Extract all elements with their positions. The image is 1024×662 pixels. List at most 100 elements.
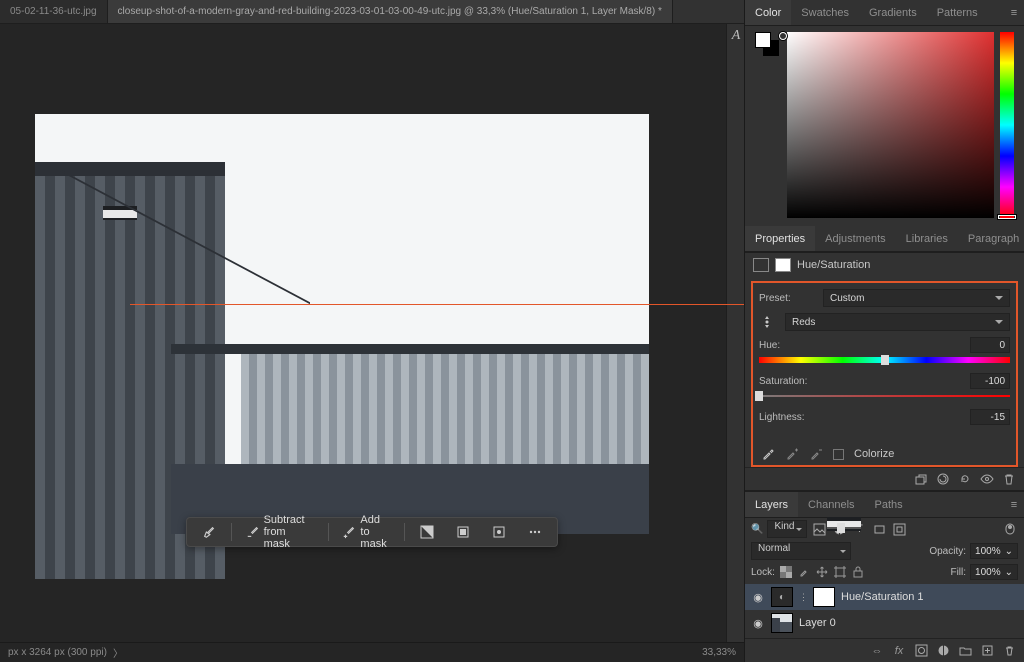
status-chevron-icon[interactable]: 〉: [113, 645, 123, 660]
mask-thumb-icon[interactable]: [775, 258, 791, 272]
typography-panel-icon[interactable]: A: [727, 24, 744, 48]
eye-icon[interactable]: ◉: [751, 617, 765, 630]
reset-icon[interactable]: [958, 472, 972, 486]
doc-tab-inactive[interactable]: 05-02-11-36-utc.jpg: [0, 0, 108, 23]
lock-label: Lock:: [751, 567, 775, 578]
opacity-value[interactable]: 100%⌄: [970, 543, 1018, 559]
foreground-swatch[interactable]: [755, 32, 771, 48]
filter-smart-icon[interactable]: [891, 522, 907, 536]
hue-slider[interactable]: [759, 353, 1010, 367]
layer-filter-kind[interactable]: Kind: [767, 520, 807, 538]
layer-mask-icon[interactable]: [914, 644, 928, 658]
right-dock: Color Swatches Gradients Patterns ≡ Prop…: [744, 0, 1024, 662]
lock-move-icon[interactable]: [815, 565, 829, 579]
invert-icon: [419, 524, 435, 540]
canvas-area[interactable]: Subtract from mask Add to mask A: [0, 24, 744, 642]
tab-channels[interactable]: Channels: [798, 492, 864, 517]
lock-artboard-icon[interactable]: [833, 565, 847, 579]
minus-brush-icon: [246, 524, 260, 540]
view-previous-icon[interactable]: [936, 472, 950, 486]
preset-combo[interactable]: Custom: [823, 289, 1010, 307]
tab-adjustments[interactable]: Adjustments: [815, 226, 896, 251]
new-adjustment-icon[interactable]: [936, 644, 950, 658]
eyedropper-add-icon[interactable]: [785, 447, 799, 461]
doc-dimensions: px x 3264 px (300 ppi): [8, 647, 107, 658]
colorize-checkbox[interactable]: [833, 449, 844, 460]
document-canvas[interactable]: [35, 114, 649, 534]
layer-row-image[interactable]: ◉ Layer 0: [745, 610, 1024, 636]
targeted-adjust-icon[interactable]: [759, 315, 775, 329]
mask-option-b[interactable]: [447, 521, 479, 543]
color-field[interactable]: [787, 32, 994, 218]
layers-panel-tabs: Layers Channels Paths ≡: [745, 492, 1024, 518]
mask-context-bar: Subtract from mask Add to mask: [186, 517, 558, 547]
lightness-value[interactable]: -15: [970, 409, 1010, 425]
tab-libraries[interactable]: Libraries: [896, 226, 958, 251]
filter-shape-icon[interactable]: [871, 522, 887, 536]
subtract-from-mask-button[interactable]: Subtract from mask: [238, 521, 322, 543]
collapsed-toolbar: A: [726, 24, 744, 642]
saturation-slider-thumb[interactable]: [755, 391, 763, 401]
saturation-slider[interactable]: [759, 389, 1010, 403]
filter-search-icon[interactable]: 🔍: [751, 524, 763, 535]
lock-paint-icon[interactable]: [797, 565, 811, 579]
layer-row-adjustment[interactable]: ◉ ◐ ⋮ Hue/Saturation 1: [745, 584, 1024, 610]
hue-strip[interactable]: [1000, 32, 1014, 218]
doc-tab-active[interactable]: closeup-shot-of-a-modern-gray-and-red-bu…: [108, 0, 673, 23]
color-panel-tabs: Color Swatches Gradients Patterns ≡: [745, 0, 1024, 26]
lightness-label: Lightness:: [759, 412, 964, 423]
new-layer-icon[interactable]: [980, 644, 994, 658]
layer-name[interactable]: Layer 0: [799, 617, 836, 629]
hue-value[interactable]: 0: [970, 337, 1010, 353]
tab-color[interactable]: Color: [745, 0, 791, 25]
annotation-line: [130, 304, 744, 305]
fill-value[interactable]: 100%⌄: [970, 564, 1018, 580]
layers-menu-icon[interactable]: ≡: [1004, 492, 1024, 517]
lightness-slider[interactable]: [827, 517, 861, 531]
layer-thumb[interactable]: [771, 613, 793, 633]
more-options-button[interactable]: [519, 521, 551, 543]
saturation-label: Saturation:: [759, 376, 964, 387]
add-to-mask-button[interactable]: Add to mask: [334, 521, 398, 543]
eye-icon[interactable]: ◉: [751, 591, 765, 604]
fill-label: Fill:: [950, 567, 966, 578]
zoom-level[interactable]: 33,33%: [702, 647, 736, 658]
invert-mask-button[interactable]: [411, 521, 443, 543]
tab-swatches[interactable]: Swatches: [791, 0, 859, 25]
delete-layer-icon[interactable]: [1002, 644, 1016, 658]
lock-transparent-icon[interactable]: [779, 565, 793, 579]
saturation-value[interactable]: -100: [970, 373, 1010, 389]
layer-mask-thumb[interactable]: [813, 587, 835, 607]
layer-style-icon[interactable]: fx: [892, 644, 906, 658]
hue-strip-thumb[interactable]: [998, 215, 1016, 219]
trash-icon[interactable]: [1002, 472, 1016, 486]
fg-bg-swatch[interactable]: [755, 32, 781, 218]
hue-slider-thumb[interactable]: [881, 355, 889, 365]
link-icon[interactable]: ⋮: [799, 592, 807, 603]
tab-paragraph[interactable]: Paragraph: [958, 226, 1024, 251]
link-layers-icon[interactable]: ⇔: [870, 644, 884, 658]
new-group-icon[interactable]: [958, 644, 972, 658]
eyedropper-icon[interactable]: [761, 447, 775, 461]
layer-list: ◉ ◐ ⋮ Hue/Saturation 1 ◉ Layer 0: [745, 582, 1024, 638]
tab-patterns[interactable]: Patterns: [927, 0, 988, 25]
layer-name[interactable]: Hue/Saturation 1: [841, 591, 924, 603]
panel-menu-icon[interactable]: ≡: [1004, 0, 1024, 25]
clip-to-layer-icon[interactable]: [914, 472, 928, 486]
blend-mode-combo[interactable]: Normal: [751, 542, 851, 560]
mask-option-c[interactable]: [483, 521, 515, 543]
filter-pixel-icon[interactable]: [811, 522, 827, 536]
visibility-icon[interactable]: [980, 472, 994, 486]
eyedropper-subtract-icon[interactable]: [809, 447, 823, 461]
tab-properties[interactable]: Properties: [745, 226, 815, 251]
channel-combo[interactable]: Reds: [785, 313, 1010, 331]
filter-toggle-icon[interactable]: [1002, 522, 1018, 536]
tab-gradients[interactable]: Gradients: [859, 0, 927, 25]
tab-paths[interactable]: Paths: [865, 492, 913, 517]
brush-icon-button[interactable]: [193, 521, 225, 543]
adjustment-thumb[interactable]: ◐: [771, 587, 793, 607]
lock-all-icon[interactable]: [851, 565, 865, 579]
add-label: Add to mask: [360, 514, 390, 550]
tab-layers[interactable]: Layers: [745, 492, 798, 517]
lightness-slider-thumb[interactable]: [837, 523, 845, 533]
